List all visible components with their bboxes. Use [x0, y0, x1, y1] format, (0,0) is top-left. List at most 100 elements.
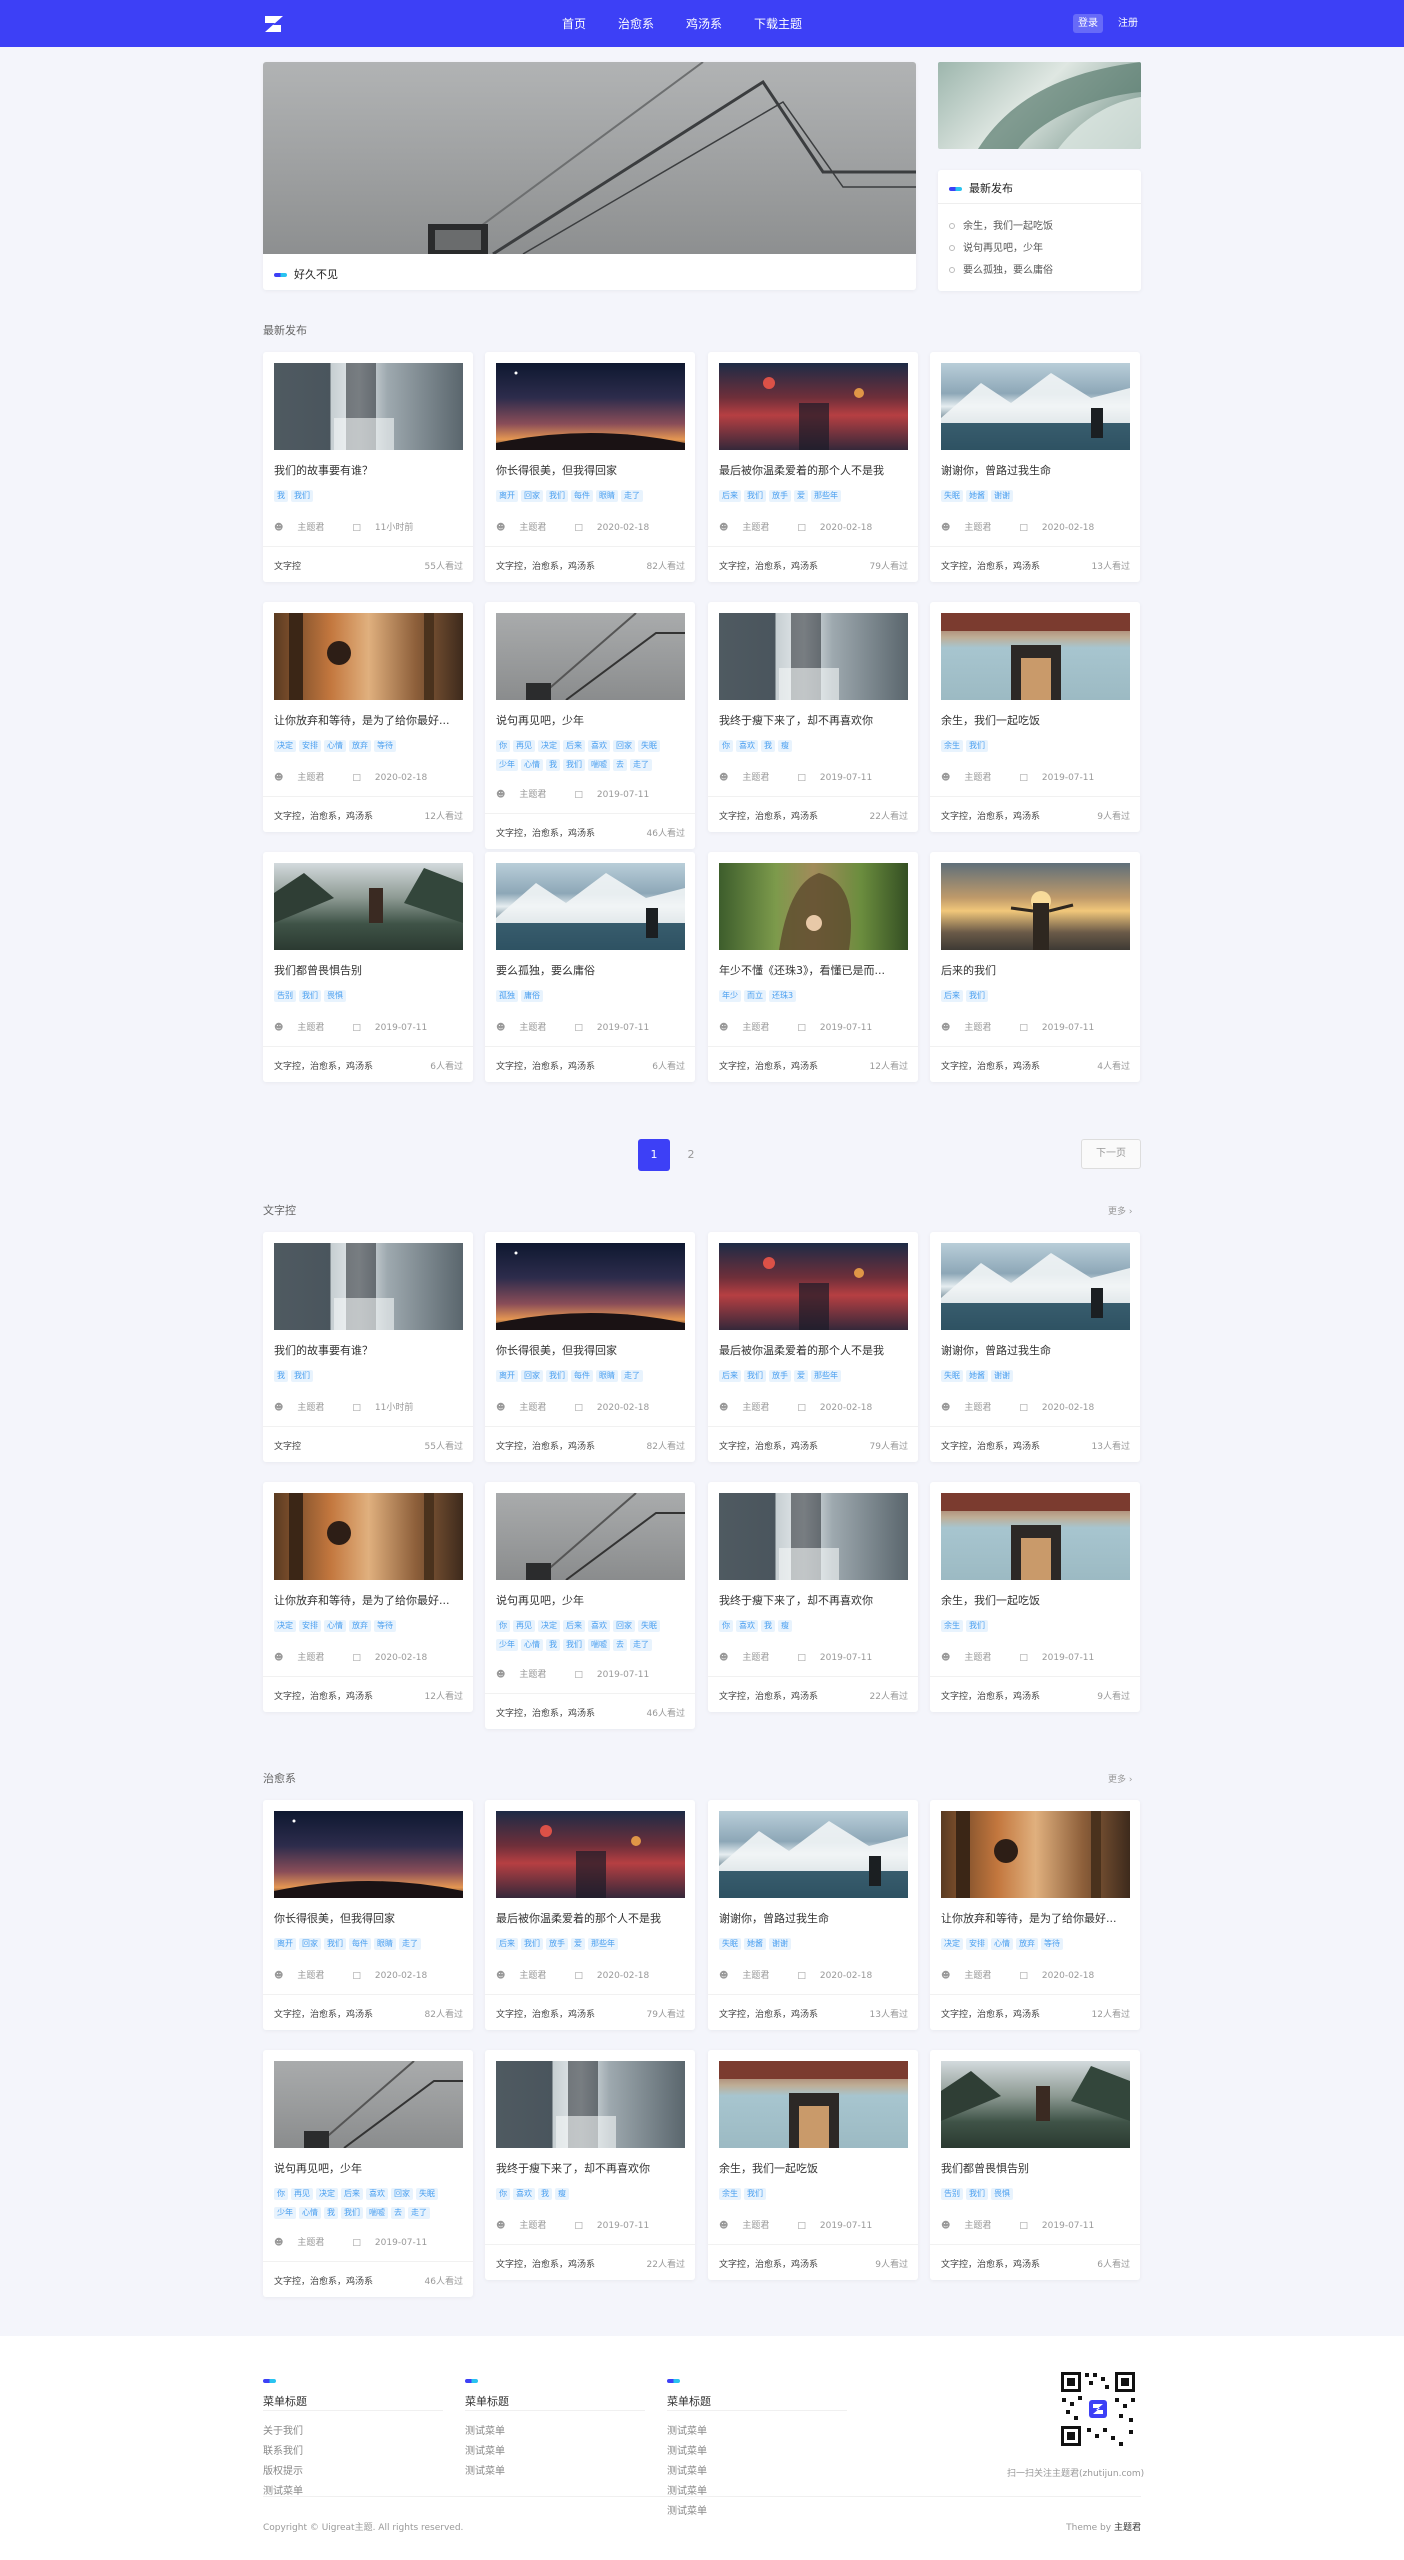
card-thumbnail[interactable] [274, 1493, 463, 1580]
tag[interactable]: 回家 [521, 490, 543, 502]
tag[interactable]: 我们 [291, 490, 313, 502]
article-card[interactable]: 余生，我们一起吃饭 余生 我们 ☻ 主题君 □ 2019-07-11 文字控，治愈系，鸡汤系 9… [930, 1482, 1140, 1712]
tag[interactable]: 爱 [571, 1938, 585, 1950]
tag[interactable]: 而立 [744, 990, 766, 1002]
tag[interactable]: 离开 [274, 1938, 296, 1950]
tag[interactable]: 那些年 [811, 490, 841, 502]
tag[interactable]: 喘嘘 [588, 759, 610, 771]
card-title[interactable]: 余生，我们一起吃饭 [941, 1592, 1130, 1608]
card-title[interactable]: 我终于瘦下来了，却不再喜欢你 [719, 1592, 908, 1608]
card-title[interactable]: 说句再见吧，少年 [274, 2160, 463, 2176]
theme-author-link[interactable]: 主题君 [1114, 2523, 1141, 2533]
footer-link[interactable]: 测试菜单 [667, 2462, 707, 2477]
tag[interactable]: 心情 [991, 1938, 1013, 1950]
tag[interactable]: 再见 [291, 2188, 313, 2200]
card-category[interactable]: 文字控，治愈系，鸡汤系 [496, 1442, 595, 1452]
tag[interactable]: 放手 [769, 490, 791, 502]
next-page-button[interactable]: 下一页 [1081, 1139, 1141, 1169]
card-category[interactable]: 文字控，治愈系，鸡汤系 [274, 2010, 373, 2020]
tag[interactable]: 回家 [391, 2188, 413, 2200]
tag[interactable]: 离开 [496, 1370, 518, 1382]
tag[interactable]: 眼睛 [596, 490, 618, 502]
tag[interactable]: 谢谢 [991, 490, 1013, 502]
card-title[interactable]: 谢谢你，曾路过我生命 [941, 1342, 1130, 1358]
card-category[interactable]: 文字控，治愈系，鸡汤系 [719, 1062, 818, 1072]
card-category[interactable]: 文字控，治愈系，鸡汤系 [719, 2260, 818, 2270]
tag[interactable]: 走了 [621, 1370, 643, 1382]
card-category[interactable]: 文字控，治愈系，鸡汤系 [719, 812, 818, 822]
card-title[interactable]: 后来的我们 [941, 962, 1130, 978]
tag[interactable]: 庸俗 [521, 990, 543, 1002]
card-title[interactable]: 让你放弃和等待，是为了给你最好... [274, 1592, 463, 1608]
tag[interactable]: 走了 [630, 759, 652, 771]
tag[interactable]: 我 [324, 2207, 338, 2219]
tag[interactable]: 喜欢 [588, 1620, 610, 1632]
card-title[interactable]: 说句再见吧，少年 [496, 1592, 685, 1608]
card-thumbnail[interactable] [274, 863, 463, 950]
tag[interactable]: 你 [719, 740, 733, 752]
tag[interactable]: 后来 [719, 1370, 741, 1382]
tag[interactable]: 安排 [299, 740, 321, 752]
card-thumbnail[interactable] [941, 2061, 1130, 2148]
footer-link[interactable]: 测试菜单 [465, 2462, 505, 2477]
article-card[interactable]: 我们都曾畏惧告别 告别 我们 畏惧 ☻ 主题君 □ 2019-07-11 文字控，治愈系，鸡汤系… [263, 852, 473, 1082]
tag[interactable]: 我们 [744, 2188, 766, 2200]
tag[interactable]: 心情 [521, 1639, 543, 1651]
tag[interactable]: 放手 [546, 1938, 568, 1950]
tag[interactable]: 我们 [324, 1938, 346, 1950]
tag[interactable]: 决定 [941, 1938, 963, 1950]
tag[interactable]: 喜欢 [513, 2188, 535, 2200]
card-category[interactable]: 文字控，治愈系，鸡汤系 [941, 812, 1040, 822]
tag[interactable]: 去 [613, 1639, 627, 1651]
card-thumbnail[interactable] [719, 1243, 908, 1330]
tag[interactable]: 心情 [324, 1620, 346, 1632]
tag[interactable]: 离开 [496, 490, 518, 502]
tag[interactable]: 我们 [563, 1639, 585, 1651]
tag[interactable]: 年少 [719, 990, 741, 1002]
card-thumbnail[interactable] [496, 363, 685, 450]
tag[interactable]: 心情 [324, 740, 346, 752]
card-title[interactable]: 你长得很美，但我得回家 [496, 1342, 685, 1358]
tag[interactable]: 等待 [374, 1620, 396, 1632]
article-card[interactable]: 我们都曾畏惧告别 告别 我们 畏惧 ☻ 主题君 □ 2019-07-11 文字控，治愈系，鸡汤系… [930, 2050, 1140, 2280]
card-category[interactable]: 文字控，治愈系，鸡汤系 [719, 562, 818, 572]
tag[interactable]: 决定 [538, 740, 560, 752]
tag[interactable]: 眼睛 [374, 1938, 396, 1950]
tag[interactable]: 余生 [941, 1620, 963, 1632]
tag[interactable]: 走了 [408, 2207, 430, 2219]
article-card[interactable]: 让你放弃和等待，是为了给你最好... 决定 安排 心情 放弃 等待 ☻ 主题君 □ 2020-02… [263, 1482, 473, 1712]
article-card[interactable]: 让你放弃和等待，是为了给你最好... 决定 安排 心情 放弃 等待 ☻ 主题君 □ 2020-02… [263, 602, 473, 832]
tag[interactable]: 告别 [274, 990, 296, 1002]
tag[interactable]: 放手 [769, 1370, 791, 1382]
hero-caption[interactable]: 好久不见 [274, 266, 338, 282]
article-card[interactable]: 让你放弃和等待，是为了给你最好... 决定 安排 心情 放弃 等待 ☻ 主题君 □ 2020-02… [930, 1800, 1140, 2030]
article-card[interactable]: 你长得很美，但我得回家 离开 回家 我们 每件 眼睛 走了 ☻ 主题君 □ 2020-02-18 文字… [485, 1232, 695, 1462]
tag[interactable]: 畏惧 [991, 2188, 1013, 2200]
card-thumbnail[interactable] [719, 863, 908, 950]
card-thumbnail[interactable] [719, 363, 908, 450]
tag[interactable]: 回家 [613, 740, 635, 752]
card-title[interactable]: 让你放弃和等待，是为了给你最好... [941, 1910, 1130, 1926]
tag[interactable]: 心情 [521, 759, 543, 771]
card-title[interactable]: 我终于瘦下来了，却不再喜欢你 [719, 712, 908, 728]
card-thumbnail[interactable] [496, 613, 685, 700]
card-title[interactable]: 年少不懂《还珠3》，看懂已是而... [719, 962, 908, 978]
tag[interactable]: 我们 [744, 490, 766, 502]
tag[interactable]: 余生 [719, 2188, 741, 2200]
card-title[interactable]: 要么孤独，要么庸俗 [496, 962, 685, 978]
card-thumbnail[interactable] [496, 2061, 685, 2148]
tag[interactable]: 谢谢 [769, 1938, 791, 1950]
tag[interactable]: 你 [496, 1620, 510, 1632]
article-card[interactable]: 说句再见吧，少年你再见 决定 后来 喜欢 回家 失眠少年 心情我我们 喘嘘去走了 ☻ 主题君 □ 20… [263, 2050, 473, 2297]
footer-link[interactable]: 测试菜单 [465, 2422, 505, 2437]
tag[interactable]: 我们 [966, 990, 988, 1002]
card-category[interactable]: 文字控 [274, 562, 301, 572]
card-thumbnail[interactable] [941, 1243, 1130, 1330]
footer-link[interactable]: 版权提示 [263, 2462, 303, 2477]
card-category[interactable]: 文字控，治愈系，鸡汤系 [274, 1062, 373, 1072]
nav-home[interactable]: 首页 [562, 15, 586, 32]
tag[interactable]: 瘦 [778, 740, 792, 752]
tag[interactable]: 瘦 [778, 1620, 792, 1632]
footer-link[interactable]: 测试菜单 [667, 2482, 707, 2497]
card-title[interactable]: 说句再见吧，少年 [496, 712, 685, 728]
